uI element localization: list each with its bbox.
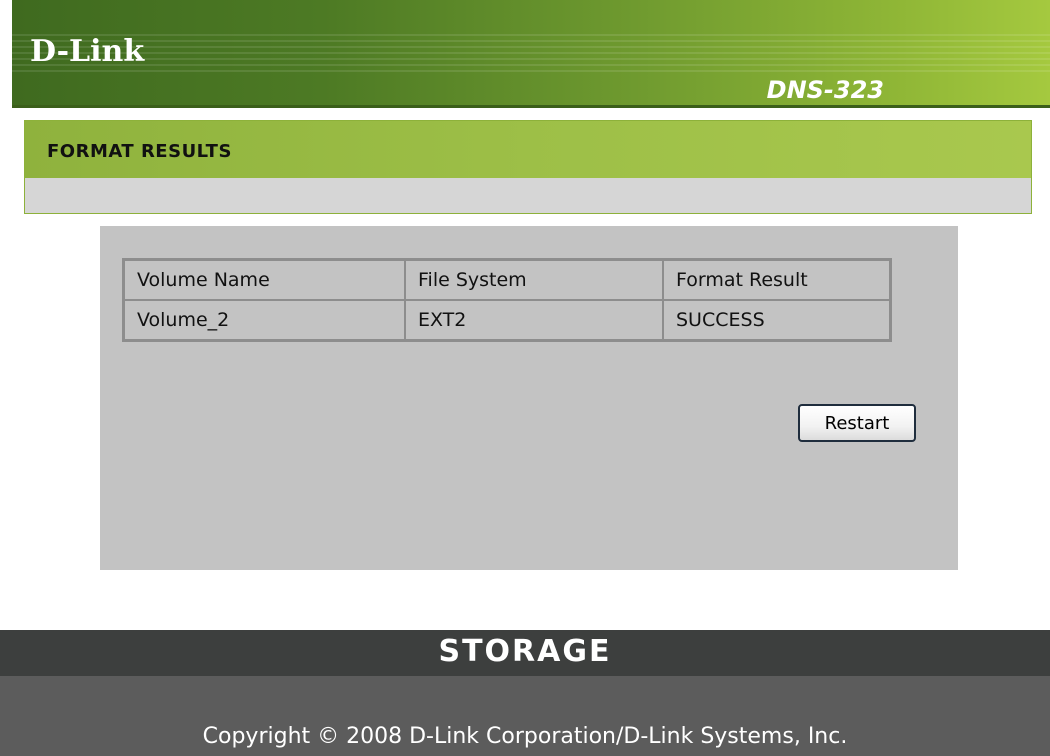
footer-copyright-bar: Copyright © 2008 D-Link Corporation/D-Li…	[0, 676, 1050, 756]
column-header-file-system: File System	[404, 258, 664, 301]
table-header-row: Volume Name File System Format Result	[122, 258, 892, 301]
content-panel: Volume Name File System Format Result Vo…	[100, 226, 958, 570]
column-header-format-result: Format Result	[662, 258, 892, 301]
copyright-text: Copyright © 2008 D-Link Corporation/D-Li…	[202, 724, 848, 749]
footer-brand-bar: STORAGE	[0, 630, 1050, 676]
cell-format-result: SUCCESS	[662, 299, 892, 342]
section-header: FORMAT RESULTS	[24, 120, 1032, 214]
cell-volume-name: Volume_2	[122, 299, 406, 342]
dlink-logo: D-Link	[30, 34, 145, 69]
format-results-table: Volume Name File System Format Result Vo…	[122, 258, 892, 342]
section-title-bar: FORMAT RESULTS	[25, 121, 1031, 178]
table-row: Volume_2 EXT2 SUCCESS	[122, 299, 892, 342]
restart-button[interactable]: Restart	[798, 404, 916, 442]
header-divider	[12, 105, 1050, 108]
top-left-margin	[0, 0, 12, 6]
footer-brand: STORAGE	[438, 634, 612, 669]
page-title: FORMAT RESULTS	[47, 141, 232, 162]
model-name: DNS-323	[766, 76, 884, 104]
header-banner: D-Link DNS-323	[12, 0, 1050, 108]
cell-file-system: EXT2	[404, 299, 664, 342]
column-header-volume-name: Volume Name	[122, 258, 406, 301]
